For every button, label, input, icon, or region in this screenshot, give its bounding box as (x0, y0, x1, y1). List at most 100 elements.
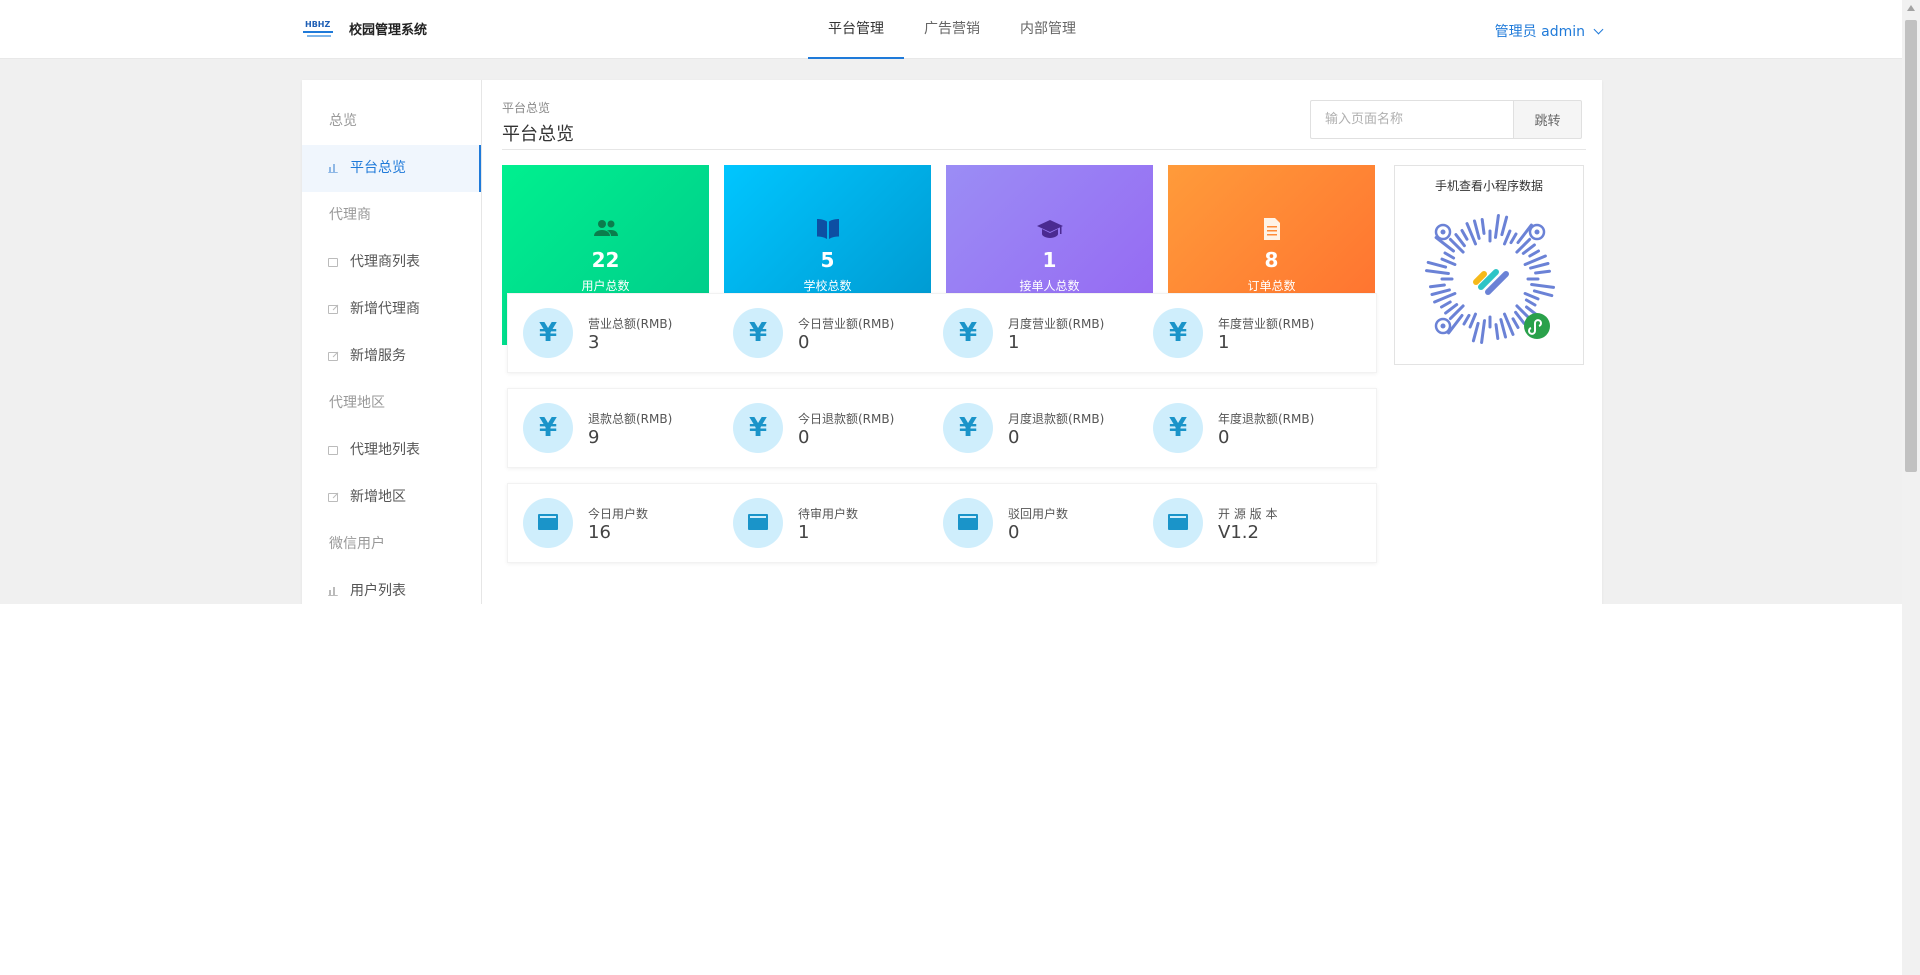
stat-refund-month[interactable]: ¥ 月度退款额(RMB) 0 (928, 403, 1128, 455)
miniprogram-qr-code[interactable] (1410, 199, 1570, 359)
stat-label: 开 源 版 本 (1218, 507, 1278, 521)
stat-label: 退款总额(RMB) (588, 412, 673, 426)
user-menu[interactable]: 管理员 admin (1495, 21, 1604, 41)
stat-label: 今日退款额(RMB) (798, 412, 895, 426)
yen-icon: ¥ (733, 308, 783, 358)
document-icon (1264, 218, 1280, 240)
book-icon (817, 219, 839, 239)
title-divider (502, 149, 1586, 150)
stat-users-rejected[interactable]: 驳回用户数 0 (928, 498, 1128, 550)
stat-value: 0 (1008, 522, 1020, 543)
stat-revenue-today[interactable]: ¥ 今日营业额(RMB) 0 (718, 308, 918, 360)
sidebar-item-label: 代理地列表 (350, 442, 420, 458)
stat-revenue-total[interactable]: ¥ 营业总额(RMB) 3 (508, 308, 708, 360)
edit-icon (328, 352, 338, 361)
qr-ray (1433, 292, 1457, 304)
bar-chart-icon (328, 164, 338, 173)
main-panel: 总览 平台总览 代理商 代理商列表 新增代理商 新增服务 代理地区 代理地列表 (302, 80, 1602, 604)
qr-ray (1509, 232, 1518, 245)
qr-ray (1429, 283, 1446, 289)
card-label: 用户总数 (581, 279, 630, 293)
qr-ray (1499, 318, 1507, 339)
logo-mark: HBHZ (303, 20, 333, 38)
card-label: 接单人总数 (1019, 279, 1080, 293)
stat-label: 月度退款额(RMB) (1008, 412, 1105, 426)
qr-ray (1523, 292, 1540, 301)
edit-icon (328, 493, 338, 502)
sidebar-item-label: 用户列表 (350, 583, 406, 599)
qr-ray (1494, 214, 1500, 239)
sidebar-item-label: 新增代理商 (350, 301, 420, 317)
stat-value: V1.2 (1218, 522, 1259, 543)
qr-ray (1440, 257, 1457, 266)
stat-open-source-version[interactable]: 开 源 版 本 V1.2 (1138, 498, 1338, 550)
sidebar-item-label: 平台总览 (350, 160, 406, 176)
graduation-cap-icon (1037, 220, 1063, 238)
stat-value: 0 (798, 427, 810, 448)
qr-ray (1503, 229, 1512, 246)
revenue-stats-row: ¥ 营业总额(RMB) 3 ¥ 今日营业额(RMB) 0 ¥ 月度营业额(RMB… (507, 293, 1377, 373)
sidebar-item-agent-list[interactable]: 代理商列表 (302, 239, 481, 286)
logo[interactable]: HBHZ 校园管理系统 (303, 19, 427, 38)
qr-ray (1528, 249, 1540, 258)
app-viewport: HBHZ 校园管理系统 平台管理 广告营销 内部管理 管理员 admin 总览 … (0, 0, 1902, 604)
scrollbar-thumb[interactable] (1905, 20, 1917, 472)
qr-ray (1468, 312, 1477, 329)
yen-icon: ¥ (523, 308, 573, 358)
sidebar-item-label: 新增服务 (350, 348, 406, 364)
qr-ray (1440, 300, 1452, 309)
breadcrumb: 平台总览 (502, 101, 551, 115)
qr-ray (1465, 222, 1477, 246)
vertical-scrollbar[interactable] (1902, 0, 1920, 975)
page-name-input[interactable] (1310, 100, 1513, 139)
qr-ray (1454, 233, 1466, 248)
stat-value: 9 (588, 427, 600, 448)
user-stats-row: 今日用户数 16 待审用户数 1 驳回用户数 0 开 源 版 本 V1.2 (507, 483, 1377, 563)
calendar-icon (943, 498, 993, 548)
sidebar-group-agent: 代理商 (329, 207, 371, 223)
card-value: 8 (1264, 248, 1279, 272)
sidebar-group-region: 代理地区 (329, 395, 385, 411)
qr-ray (1426, 260, 1448, 269)
stat-refund-year[interactable]: ¥ 年度退款额(RMB) 0 (1138, 403, 1338, 455)
sidebar-item-add-service[interactable]: 新增服务 (302, 333, 481, 380)
stat-refund-total[interactable]: ¥ 退款总额(RMB) 9 (508, 403, 708, 455)
sidebar-group-overview: 总览 (329, 113, 357, 129)
stat-revenue-month[interactable]: ¥ 月度营业额(RMB) 1 (928, 308, 1128, 360)
yen-icon: ¥ (943, 308, 993, 358)
qr-ray (1425, 269, 1450, 275)
page-jump: 跳转 (1310, 100, 1582, 139)
stat-label: 年度营业额(RMB) (1218, 317, 1315, 331)
sidebar-item-add-agent[interactable]: 新增代理商 (302, 286, 481, 333)
stat-users-today[interactable]: 今日用户数 16 (508, 498, 708, 550)
sidebar-item-label: 新增地区 (350, 489, 406, 505)
nav-internal-management[interactable]: 内部管理 (1000, 0, 1096, 59)
stat-value: 3 (588, 332, 600, 353)
sidebar-item-user-list[interactable]: 用户列表 (302, 568, 481, 604)
stat-refund-today[interactable]: ¥ 今日退款额(RMB) 0 (718, 403, 918, 455)
jump-button[interactable]: 跳转 (1513, 100, 1582, 139)
stat-users-pending[interactable]: 待审用户数 1 (718, 498, 918, 550)
qr-ray (1524, 298, 1537, 307)
qr-ray (1521, 243, 1536, 255)
stat-revenue-year[interactable]: ¥ 年度营业额(RMB) 1 (1138, 308, 1338, 360)
yen-icon: ¥ (523, 403, 573, 453)
nav-ad-marketing[interactable]: 广告营销 (904, 0, 1000, 59)
qr-ray (1514, 310, 1526, 325)
qr-ray (1473, 219, 1481, 240)
bar-chart-icon (328, 587, 338, 596)
qr-ray (1532, 289, 1554, 298)
sidebar-item-platform-overview[interactable]: 平台总览 (302, 145, 481, 192)
sidebar-group-wechat: 微信用户 (329, 536, 385, 552)
sidebar-item-add-region[interactable]: 新增地区 (302, 474, 481, 521)
qr-ray (1471, 321, 1480, 343)
qr-ray (1534, 269, 1551, 275)
sidebar: 总览 平台总览 代理商 代理商列表 新增代理商 新增服务 代理地区 代理地列表 (302, 80, 482, 604)
stat-value: 16 (588, 522, 611, 543)
calendar-icon (733, 498, 783, 548)
scroll-up-icon[interactable] (1907, 5, 1915, 11)
nav-platform-management[interactable]: 平台管理 (808, 0, 904, 59)
qr-ray (1443, 251, 1456, 260)
chevron-down-icon (1593, 24, 1604, 34)
sidebar-item-region-list[interactable]: 代理地列表 (302, 427, 481, 474)
